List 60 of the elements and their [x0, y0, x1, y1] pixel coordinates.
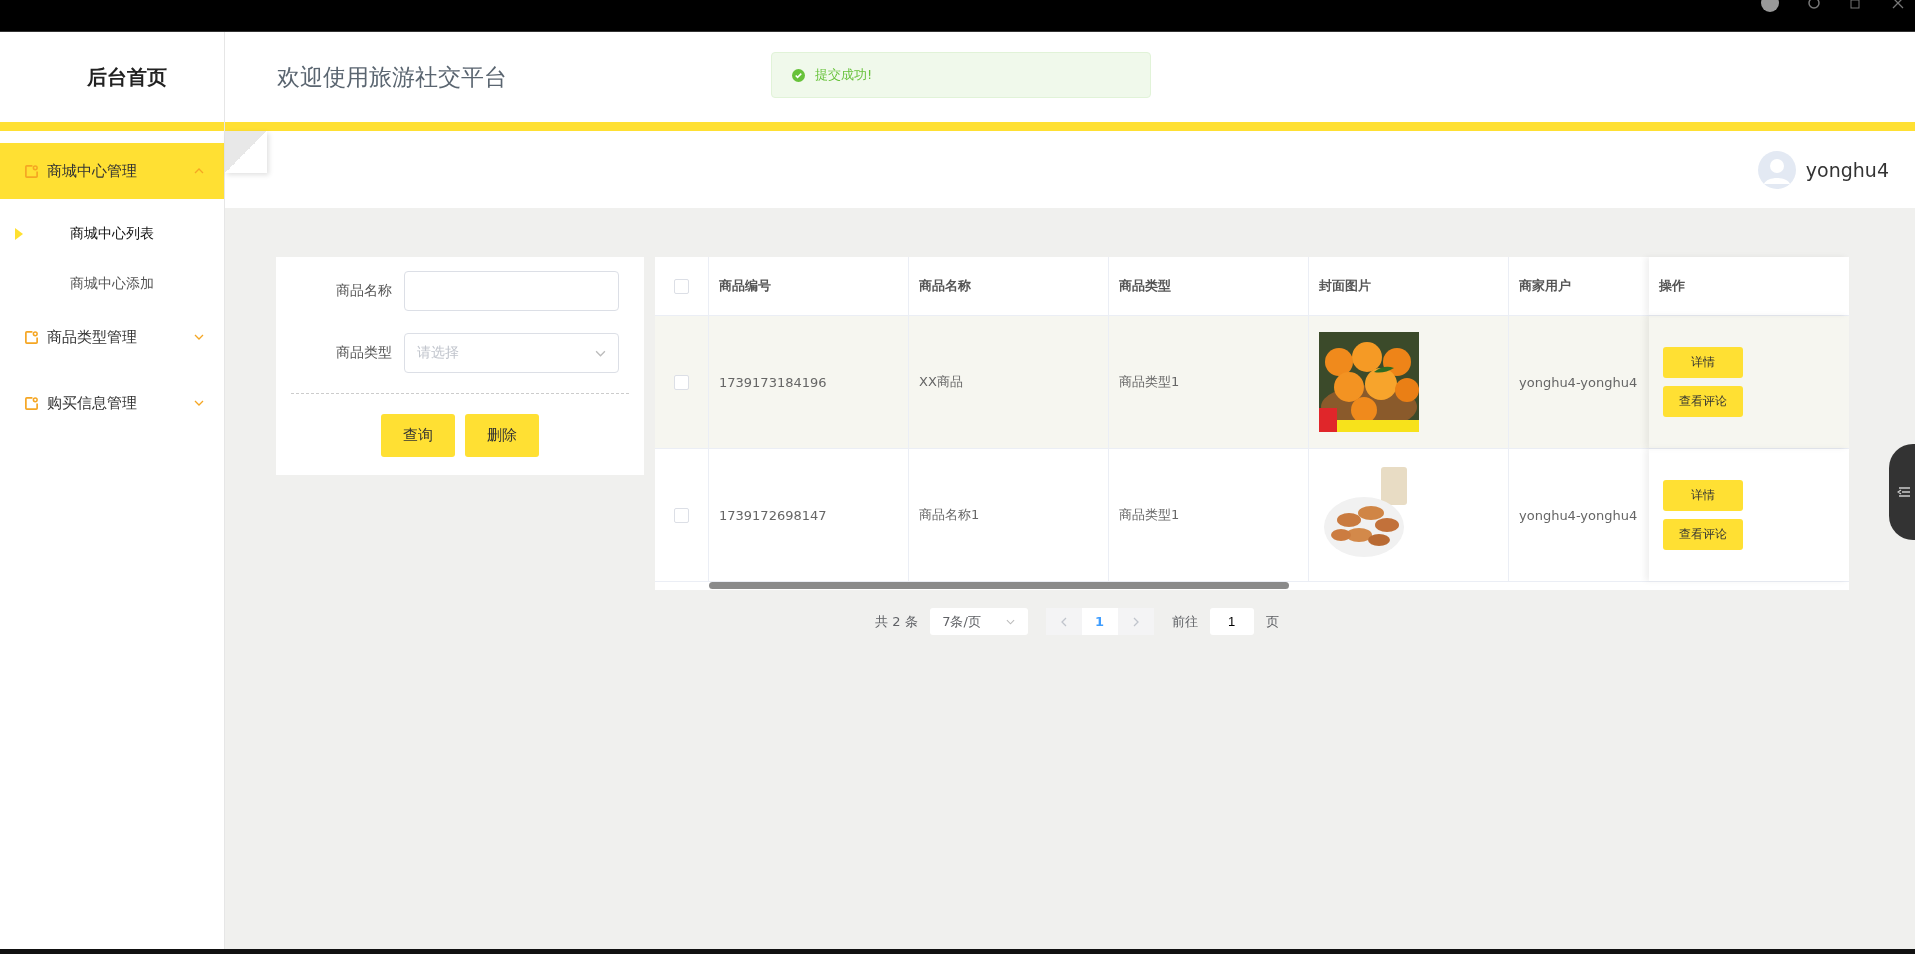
chevron-left-icon — [1060, 616, 1067, 627]
note-icon — [24, 163, 39, 179]
column-header: 商家用户 — [1519, 277, 1571, 295]
checkbox[interactable] — [674, 507, 689, 523]
close-icon[interactable] — [1891, 0, 1905, 10]
settings-icon[interactable] — [1807, 0, 1821, 10]
menu-item[interactable]: 商品类型管理 — [0, 309, 224, 365]
table-cell: XX商品 — [919, 373, 963, 391]
previous-page-button[interactable] — [1045, 608, 1082, 635]
page-input[interactable]: 1 — [1209, 608, 1254, 635]
next-page-button[interactable] — [1117, 608, 1154, 635]
table-cell: 商品类型1 — [1119, 373, 1180, 391]
total-count: 共 2 条 — [875, 612, 918, 631]
table-cell: 1739173184196 — [719, 374, 827, 390]
column-header: 商品名称 — [919, 277, 971, 295]
goto-label: 前往 — [1171, 612, 1198, 631]
chevron-right-icon — [1132, 616, 1139, 627]
page-title: 欢迎使用旅游社交平台 — [277, 62, 507, 92]
table-cell: yonghu4-yonghu4 — [1519, 374, 1638, 390]
page-size-select[interactable]: 7条/页 — [929, 608, 1028, 635]
chevron-icon — [1005, 618, 1015, 625]
submenu-item[interactable]: 商城中心列表 — [70, 225, 154, 243]
checkbox[interactable] — [674, 374, 689, 390]
check-icon — [792, 68, 805, 82]
row-action-button[interactable]: 查看评论 — [1663, 519, 1743, 550]
input-field[interactable] — [404, 271, 619, 311]
action-button[interactable]: 查询 — [381, 414, 455, 457]
menu-item[interactable]: 商城中心管理 — [0, 143, 224, 199]
row-action-button[interactable]: 详情 — [1663, 480, 1743, 511]
note-icon — [24, 395, 39, 411]
table-cell: 商品类型1 — [1119, 506, 1180, 524]
menu-item[interactable]: 购买信息管理 — [0, 375, 224, 431]
field-label: 商品名称 — [335, 282, 393, 300]
column-header: 操作 — [1659, 277, 1685, 295]
note-icon — [24, 329, 39, 345]
restore-icon[interactable] — [1849, 0, 1863, 10]
checkbox[interactable] — [674, 278, 689, 294]
user-name[interactable]: yonghu4 — [1805, 158, 1889, 181]
page-corner-icon — [225, 131, 267, 173]
caret-icon — [194, 400, 204, 406]
caret-icon — [194, 334, 204, 340]
caret-icon — [194, 168, 204, 174]
row-action-button[interactable]: 详情 — [1663, 347, 1743, 378]
toast-message: 提交成功! — [815, 66, 873, 84]
submenu-item[interactable]: 商城中心添加 — [70, 275, 154, 293]
chevron-icon — [595, 349, 606, 357]
scrollbar-thumb[interactable] — [709, 582, 1289, 589]
page-suffix: 页 — [1265, 612, 1279, 631]
side-panel-tab[interactable] — [1889, 444, 1915, 540]
action-button[interactable]: 删除 — [465, 414, 539, 457]
column-header: 商品编号 — [719, 277, 771, 295]
column-header: 商品类型 — [1119, 277, 1171, 295]
field-label: 商品类型 — [335, 344, 393, 362]
column-header: 封面图片 — [1319, 277, 1371, 295]
table-cell: 1739172698147 — [719, 507, 827, 523]
table-cell: yonghu4-yonghu4 — [1519, 507, 1638, 523]
brand-title[interactable]: 后台首页 — [87, 63, 167, 91]
collapse-icon — [1897, 486, 1911, 498]
table-cell: 商品名称1 — [919, 506, 980, 524]
row-action-button[interactable]: 查看评论 — [1663, 386, 1743, 417]
